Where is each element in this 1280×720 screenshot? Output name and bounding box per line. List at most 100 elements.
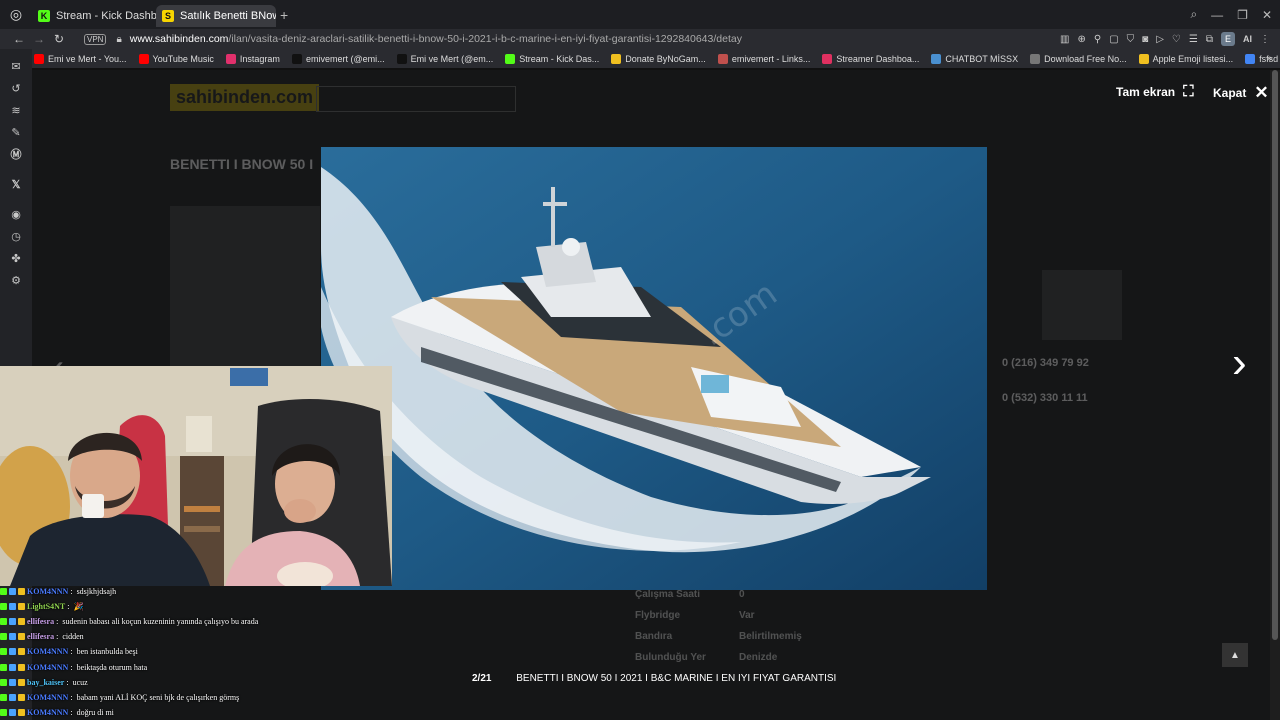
chat-username[interactable]: KOM4NNN — [27, 663, 68, 672]
x-icon[interactable]: 𝕏 — [0, 173, 32, 195]
clock-icon[interactable]: ◷ — [0, 225, 32, 247]
bookmark-item[interactable]: Apple Emoji listesi... — [1138, 53, 1233, 64]
background-label: Bandıra — [635, 631, 673, 642]
new-tab-button[interactable]: + — [280, 7, 288, 23]
bookmark-item[interactable]: YouTube Music — [138, 53, 214, 64]
page-scrollbar[interactable] — [1270, 70, 1280, 720]
profile-avatar[interactable]: E — [1221, 32, 1235, 46]
instagram-icon — [225, 53, 236, 64]
chat-badge-icon — [0, 618, 7, 626]
flow-icon[interactable]: ≋ — [0, 99, 32, 121]
background-listing-title: BENETTI I BNOW 50 I — [170, 156, 314, 172]
background-seller-card — [1042, 270, 1122, 340]
m-icon[interactable]: Ⓜ — [0, 143, 32, 165]
url-host: www.sahibinden.com — [129, 33, 229, 45]
browser-logo-icon[interactable]: ◎ — [0, 0, 32, 29]
bookmark-item[interactable]: CHATBOT MİSSX — [931, 53, 1018, 64]
bookmark-item[interactable]: emivemert (@emi... — [291, 53, 385, 64]
pin-icon[interactable]: ⚲ — [1094, 34, 1101, 45]
chat-badge-icon — [0, 678, 7, 686]
chat-separator: : — [56, 632, 59, 642]
address-bar-icons: ▥ ⊕ ⚲ ▢ ⛉ ◙ ▷ ♡ ☰ ⧉ E AI ⋮ — [1060, 29, 1270, 49]
next-photo-arrow[interactable]: › — [1232, 338, 1247, 388]
chat-username[interactable]: ellifesra — [27, 617, 54, 626]
shield-icon[interactable]: ⛉ — [1127, 34, 1135, 45]
chat-username[interactable]: KOM4NNN — [27, 708, 68, 717]
zoom-icon[interactable]: ⊕ — [1078, 34, 1086, 45]
scrollbar-thumb[interactable] — [1272, 70, 1278, 640]
record-icon[interactable]: ◉ — [0, 203, 32, 225]
bookmark-item[interactable]: Instagram — [225, 53, 280, 64]
snapshot-icon[interactable]: ▢ — [1109, 34, 1118, 45]
chat-username[interactable]: KOM4NNN — [27, 587, 68, 596]
chat-message: ellifesra: cidden — [0, 629, 440, 644]
forward-icon[interactable]: → — [30, 32, 48, 46]
background-value: Var — [739, 610, 755, 621]
menu-icon[interactable]: ☰ — [1189, 34, 1198, 45]
lock-icon[interactable]: 🔒︎ — [116, 34, 121, 45]
gallery-photo-yacht: .com — [321, 147, 987, 590]
fullscreen-button[interactable]: Tam ekran ⛶ — [1116, 83, 1194, 100]
chat-separator: : — [67, 602, 70, 612]
restore-icon[interactable]: ❐ — [1237, 8, 1248, 22]
chat-username[interactable]: KOM4NNN — [27, 647, 68, 656]
photo-counter: 2/21 — [472, 673, 492, 684]
notes-icon[interactable]: ✎ — [0, 121, 32, 143]
ai-button[interactable]: AI — [1243, 34, 1252, 44]
extensions-icon[interactable]: ⧉ — [1206, 34, 1213, 45]
chat-message: KOM4NNN: ben istanbulda beşi — [0, 644, 440, 659]
chat-username[interactable]: KOM4NNN — [27, 693, 68, 702]
heart-icon[interactable]: ♡ — [1172, 34, 1181, 45]
bookmark-item[interactable]: emivemert - Links... — [717, 53, 810, 64]
scroll-top-button[interactable]: ▲ — [1222, 643, 1248, 667]
chat-badge-icon — [9, 618, 16, 626]
background-label: Çalışma Saati — [635, 589, 701, 600]
chat-badge-icon — [0, 663, 7, 671]
tab-kick-dashboard[interactable]: K Stream - Kick Dashboard — [32, 5, 156, 27]
chat-badge-icon — [0, 603, 7, 611]
yacht-photo-image: .com — [321, 147, 987, 590]
history-icon[interactable]: ↺ — [0, 77, 32, 99]
chat-username[interactable]: ellifesra — [27, 632, 54, 641]
back-icon[interactable]: ← — [10, 32, 28, 46]
minimize-icon[interactable]: — — [1211, 8, 1223, 22]
mail-icon[interactable]: ✉ — [0, 55, 32, 77]
bookmark-item[interactable]: Donate ByNoGam... — [611, 53, 706, 64]
chat-badge-icon — [9, 708, 16, 716]
photo-caption: 2/21 BENETTI I BNOW 50 I 2021 I B&C MARI… — [472, 673, 836, 684]
reader-icon[interactable]: ▥ — [1060, 34, 1069, 45]
vpn-badge[interactable]: VPN — [84, 33, 107, 45]
chat-separator: : — [70, 662, 73, 672]
chat-username[interactable]: LightS4NT — [27, 602, 65, 611]
bookmarks-more-icon[interactable]: » — [1266, 53, 1272, 64]
bookmark-label: Streamer Dashboa... — [836, 53, 920, 64]
stream-chat-overlay: KOM4NNN: sdsjkhjdsajh LightS4NT: 🎉 ellifesra… — [0, 584, 440, 720]
bookmark-item[interactable]: Stream - Kick Das... — [505, 53, 600, 64]
reload-icon[interactable]: ↻ — [50, 32, 68, 46]
bookmark-item[interactable]: Emi ve Mert (@em... — [396, 53, 493, 64]
bookmark-label: Stream - Kick Das... — [519, 53, 600, 64]
chat-badge-icon — [18, 693, 25, 701]
bookmarks-bar: Emi ve Mert - You... YouTube Music Instagr… — [0, 49, 1280, 69]
chat-separator: : — [56, 617, 59, 627]
chat-message: KOM4NNN: doğru di mi — [0, 705, 440, 720]
camera-icon[interactable]: ◙ — [1142, 34, 1148, 45]
bookmark-item[interactable]: Download Free No... — [1030, 53, 1127, 64]
url-field[interactable]: www.sahibinden.com/ilan/vasita-deniz-ara… — [130, 33, 742, 45]
window-close-icon[interactable]: ✕ — [1262, 8, 1272, 22]
chat-badge-icon — [9, 663, 16, 671]
bookmark-item[interactable]: Streamer Dashboa... — [822, 53, 920, 64]
settings-icon[interactable]: ⚙ — [0, 269, 32, 291]
search-icon[interactable]: ⌕ — [1190, 7, 1197, 22]
send-icon[interactable]: ▷ — [1156, 34, 1164, 45]
close-viewer-button[interactable]: Kapat ✕ — [1213, 83, 1269, 103]
puzzle-icon[interactable]: ✤ — [0, 247, 32, 269]
address-bar: ← → ↻ VPN 🔒︎ www.sahibinden.com/ilan/vas… — [0, 29, 1280, 49]
more-icon[interactable]: ⋮ — [1260, 34, 1270, 45]
bookmark-item[interactable]: Emi ve Mert - You... — [34, 53, 127, 64]
tab-sahibinden[interactable]: S Satılık Benetti BNow 50 M... ✕ — [156, 4, 276, 27]
bookmark-label: YouTube Music — [152, 53, 214, 64]
photo-title: BENETTI I BNOW 50 I 2021 I B&C MARINE I … — [516, 673, 837, 684]
bookmark-item[interactable]: fsfsd — [1245, 53, 1278, 64]
chat-username[interactable]: bay_kaiser — [27, 678, 64, 687]
